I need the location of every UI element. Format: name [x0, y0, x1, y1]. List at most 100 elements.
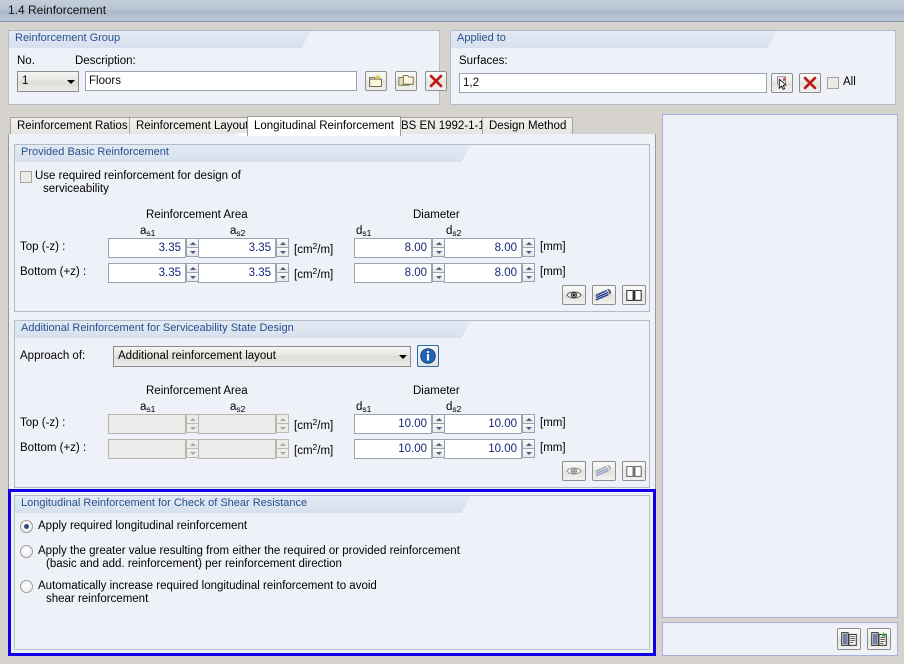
basic-bottom-as2-input[interactable]: 3.35: [198, 263, 276, 283]
window-frame-right: [899, 22, 904, 664]
copy-group-button[interactable]: [395, 71, 417, 91]
shear-resistance-caption: Longitudinal Reinforcement for Check of …: [21, 497, 308, 509]
spinner-down-icon[interactable]: [276, 247, 289, 257]
basic-top-as2-input[interactable]: 3.35: [198, 238, 276, 258]
ds1-subscript: s1: [362, 228, 372, 238]
clear-surfaces-button[interactable]: [799, 73, 821, 93]
basic-top-area-unit: [cm2/m]: [294, 241, 333, 256]
basic-bottom-as1-input[interactable]: 3.35: [108, 263, 186, 283]
spinner-down-icon[interactable]: [276, 272, 289, 282]
spinner-down-icon[interactable]: [522, 247, 535, 257]
additional-reinforcement-caption: Additional Reinforcement for Serviceabil…: [21, 322, 294, 334]
shear-option-required-label: Apply required longitudinal reinforcemen…: [38, 520, 248, 532]
value: 8.00: [494, 242, 517, 254]
shear-option-auto-increase-radio[interactable]: [20, 580, 33, 593]
shear-option-required-radio[interactable]: [20, 520, 33, 533]
shear-option-auto-increase-label-line1: Automatically increase required longitud…: [38, 580, 377, 592]
basic-bottom-ds2-spinner[interactable]: [522, 263, 535, 283]
spinner-down-icon[interactable]: [522, 272, 535, 282]
basic-reinforcement-library-button[interactable]: [622, 285, 646, 305]
bottom-row-label: Bottom (+z) :: [20, 442, 87, 454]
unit-head: [cm: [294, 445, 313, 457]
use-required-reinforcement-checkbox[interactable]: [20, 171, 32, 183]
applied-to-caption: Applied to: [457, 32, 506, 44]
top-row-label: Top (-z) :: [20, 417, 66, 429]
as1-header: as1: [140, 401, 155, 414]
book-icon: [626, 289, 642, 301]
spinner-down-icon: [276, 423, 289, 433]
tab-reinforcement-ratios[interactable]: Reinforcement Ratios: [10, 117, 135, 135]
basic-top-ds2-input[interactable]: 8.00: [444, 238, 522, 258]
basic-top-ds2-spinner[interactable]: [522, 238, 535, 258]
basic-top-as2-spinner[interactable]: [276, 238, 289, 258]
tab-strip: Reinforcement Ratios Reinforcement Layou…: [10, 116, 574, 136]
additional-bottom-as1-input: [108, 439, 186, 459]
description-value: Floors: [89, 75, 121, 87]
spinner-down-icon[interactable]: [522, 448, 535, 458]
value: 10.00: [488, 443, 517, 455]
additional-reinforcement-library-button[interactable]: [622, 461, 646, 481]
basic-top-as1-input[interactable]: 3.35: [108, 238, 186, 258]
use-required-reinforcement-label-line1: Use required reinforcement for design of: [35, 170, 241, 182]
pick-surfaces-button[interactable]: [771, 73, 793, 93]
new-group-button[interactable]: [365, 71, 387, 91]
area-header: Reinforcement Area: [146, 209, 248, 221]
basic-bottom-as2-spinner[interactable]: [276, 263, 289, 283]
window-frame-bottom: [0, 659, 904, 664]
additional-top-as2-input: [198, 414, 276, 434]
basic-top-ds1-input[interactable]: 8.00: [354, 238, 432, 258]
page-title: 1.4 Reinforcement: [8, 3, 107, 17]
red-x-icon: [803, 76, 817, 90]
additional-top-ds1-input[interactable]: 10.00: [354, 414, 432, 434]
export-details-button[interactable]: [867, 628, 891, 650]
window-titlebar: 1.4 Reinforcement: [0, 0, 904, 22]
show-details-button[interactable]: [837, 628, 861, 650]
delete-group-button[interactable]: [425, 71, 447, 91]
additional-bottom-ds2-spinner[interactable]: [522, 439, 535, 459]
basic-bottom-ds2-input[interactable]: 8.00: [444, 263, 522, 283]
approach-of-value: Additional reinforcement layout: [118, 350, 276, 362]
provided-basic-reinforcement-box: Provided Basic Reinforcement Use require…: [14, 144, 650, 312]
reinforcement-group-caption: Reinforcement Group: [15, 32, 121, 44]
details-export-icon: [871, 631, 887, 646]
additional-top-as1-input: [108, 414, 186, 434]
graphics-preview-panel[interactable]: [662, 114, 898, 618]
tab-reinforcement-layout[interactable]: Reinforcement Layout: [129, 117, 256, 135]
reinforcement-group-box: Reinforcement Group No. Description: 1 F…: [8, 30, 447, 105]
tab-design-method[interactable]: Design Method: [482, 117, 574, 135]
ds2-subscript: s2: [452, 404, 462, 414]
value: 3.35: [158, 267, 181, 279]
additional-bottom-ds1-input[interactable]: 10.00: [354, 439, 432, 459]
additional-top-ds2-spinner[interactable]: [522, 414, 535, 434]
basic-edit-reinforcement-button[interactable]: [592, 285, 616, 305]
basic-view-reinforcement-button[interactable]: [562, 285, 586, 305]
surfaces-input[interactable]: 1,2: [459, 73, 767, 93]
tab-longitudinal-reinforcement[interactable]: Longitudinal Reinforcement: [247, 116, 402, 136]
shear-option-greater-radio[interactable]: [20, 545, 33, 558]
additional-top-as2-spinner: [276, 414, 289, 434]
ds1-header: ds1: [356, 225, 371, 238]
bottom-row-label: Bottom (+z) :: [20, 266, 87, 278]
approach-of-select[interactable]: Additional reinforcement layout: [113, 346, 411, 367]
surfaces-label: Surfaces:: [459, 55, 508, 67]
no-label: No.: [17, 55, 35, 67]
details-list-icon: [841, 632, 857, 646]
spinner-down-icon[interactable]: [522, 423, 535, 433]
all-surfaces-checkbox[interactable]: [827, 77, 839, 89]
description-input[interactable]: Floors: [85, 71, 357, 91]
additional-top-ds2-input[interactable]: 10.00: [444, 414, 522, 434]
all-label: All: [843, 76, 856, 88]
reinforcement-group-number-select[interactable]: 1: [17, 71, 79, 92]
diameter-header: Diameter: [413, 385, 460, 397]
basic-bottom-ds1-input[interactable]: 8.00: [354, 263, 432, 283]
rebar-layout-icon: [595, 288, 611, 301]
unit-tail: /m]: [317, 445, 334, 457]
tab-bs-en-1992-1-1[interactable]: BS EN 1992-1-1: [394, 117, 492, 135]
ds2-header: ds2: [446, 225, 461, 238]
additional-edit-reinforcement-button[interactable]: [592, 461, 616, 481]
approach-info-button[interactable]: [417, 345, 439, 367]
additional-bottom-ds2-input[interactable]: 10.00: [444, 439, 522, 459]
as2-subscript: s2: [236, 228, 246, 238]
surfaces-value: 1,2: [463, 77, 479, 89]
additional-view-reinforcement-button[interactable]: [562, 461, 586, 481]
